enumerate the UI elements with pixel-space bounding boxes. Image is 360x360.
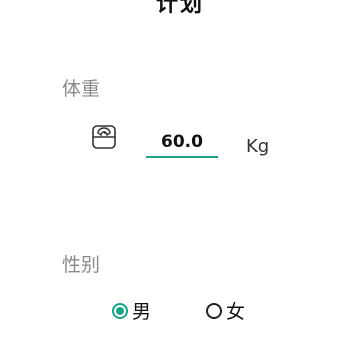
page-title: 计划	[155, 0, 204, 17]
scale-icon	[91, 124, 117, 150]
weight-section-label: 体重	[62, 78, 101, 100]
weight-unit-label: Kg	[246, 136, 270, 157]
gender-male-label: 男	[132, 301, 152, 323]
gender-radio-male[interactable]: 男	[112, 297, 151, 324]
gender-section-label: 性别	[62, 254, 101, 276]
radio-dot	[116, 306, 124, 315]
weight-input[interactable]	[146, 128, 218, 158]
gender-female-label: 女	[226, 301, 246, 323]
gender-radio-female[interactable]: 女	[206, 297, 245, 324]
radio-checked-icon	[112, 302, 128, 319]
radio-unchecked-icon	[206, 302, 222, 319]
